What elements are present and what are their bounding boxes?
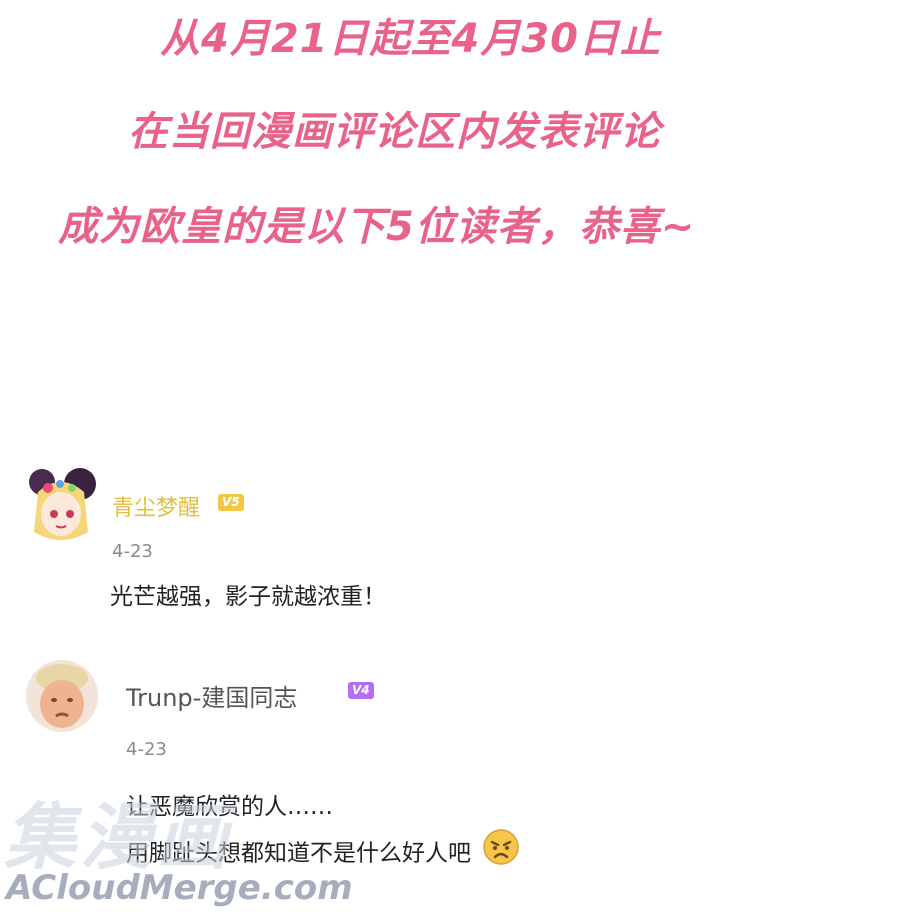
comment-date: 4-23 [112,541,153,562]
portrait-avatar-icon[interactable] [26,660,98,732]
announcement-headline-2: 在当回漫画评论区内发表评论 [128,109,661,155]
comment-line: 光芒越强，影子就越浓重！ [110,584,386,610]
watermark-site: ACloudMerge.com [6,868,353,908]
comment-date: 4-23 [126,739,167,760]
comment-username[interactable]: 青尘梦醒 [112,490,200,522]
level-badge: V4 [348,682,374,699]
comment-text: 光芒越强，影子就越浓重！ [110,576,386,618]
announcement-headline-1: 从4月21日起至4月30日止 [160,16,661,62]
comment-username[interactable]: Trunp-建国同志 [126,678,297,713]
anime-avatar-icon[interactable] [18,462,104,548]
announcement-headline-3: 成为欧皇的是以下5位读者，恭喜~ [58,204,696,250]
level-badge: V5 [218,494,244,511]
pouting-emoji-icon [482,828,520,880]
